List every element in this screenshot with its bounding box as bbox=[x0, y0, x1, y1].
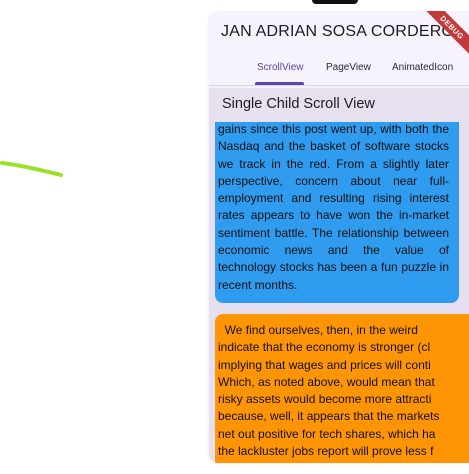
tab-animatedicon[interactable]: AnimatedIcon bbox=[392, 62, 453, 73]
app-title: JAN ADRIAN SOSA CORDERO 1... bbox=[221, 23, 457, 40]
card-text: gains since this post went up, with both… bbox=[218, 122, 449, 292]
tab-pageview[interactable]: PageView bbox=[326, 62, 371, 73]
section-title: Single Child Scroll View bbox=[222, 96, 375, 112]
text-card-blue: gains since this post went up, with both… bbox=[215, 122, 459, 303]
camera-notch bbox=[312, 0, 358, 4]
tab-divider bbox=[209, 85, 469, 86]
device-screen: JAN ADRIAN SOSA CORDERO 1... ScrollView … bbox=[209, 11, 469, 463]
card-text: We find ourselves, then, in the weird in… bbox=[218, 323, 440, 459]
tab-bar: ScrollView PageView AnimatedIcon bbox=[209, 57, 469, 86]
text-card-orange: We find ourselves, then, in the weird in… bbox=[215, 314, 469, 463]
section-header: Single Child Scroll View bbox=[209, 88, 469, 122]
scroll-view[interactable]: gains since this post went up, with both… bbox=[209, 122, 469, 463]
app-bar: JAN ADRIAN SOSA CORDERO 1... ScrollView … bbox=[209, 11, 469, 86]
green-stroke-mark bbox=[0, 161, 63, 177]
tab-scrollview[interactable]: ScrollView bbox=[257, 62, 304, 73]
